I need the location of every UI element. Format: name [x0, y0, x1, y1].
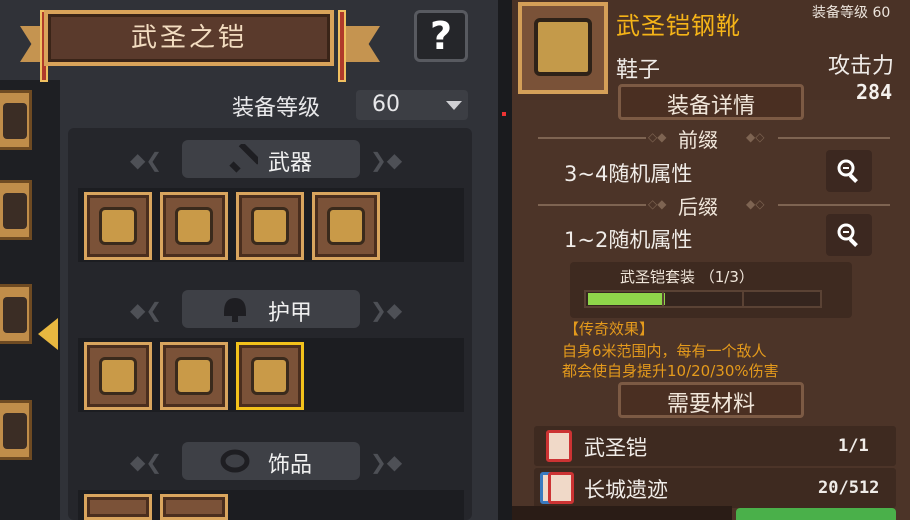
decor-left: ◆❮ — [130, 298, 163, 322]
weapon-item[interactable] — [312, 192, 380, 260]
divider-line — [778, 137, 890, 139]
armor-item[interactable] — [84, 342, 152, 410]
diamond-icon: ◇◆ — [648, 130, 667, 144]
panel-divider — [498, 0, 512, 520]
armor-item[interactable] — [160, 342, 228, 410]
decor-right: ❯◆ — [370, 298, 403, 322]
decor-right: ❯◆ — [370, 148, 403, 172]
equip-level-value: 60 — [372, 92, 400, 117]
item-name: 武圣铠钢靴 — [616, 12, 741, 40]
side-slot[interactable] — [0, 180, 32, 240]
details-title: 装备详情 — [666, 94, 755, 119]
attack-label: 攻击力 — [828, 54, 895, 79]
magnifier-icon — [837, 223, 858, 247]
materials-title: 需要材料 — [666, 392, 755, 417]
sword-icon — [229, 144, 258, 173]
banner-pole-right — [338, 10, 346, 82]
ring-icon — [220, 449, 250, 473]
legend-effect-line: 自身6米范围内，每有一个敌人 — [562, 342, 767, 360]
magnifier-icon — [837, 159, 858, 183]
notification-dot — [502, 112, 506, 116]
decor-right: ❯◆ — [370, 450, 403, 474]
decor-left: ◆❮ — [130, 148, 163, 172]
category-header-armor: 护甲 — [182, 290, 360, 328]
divider-line — [538, 137, 646, 139]
weapon-item[interactable] — [160, 192, 228, 260]
progress-segment — [742, 290, 744, 308]
bottom-strip — [512, 506, 732, 520]
legend-effect-line: 都会使自身提升10/20/30%伤害 — [562, 362, 779, 380]
prefix-label: 前缀 — [678, 128, 718, 152]
progress-segment — [662, 290, 664, 308]
set-progress-fill — [588, 293, 665, 305]
attack-value: 284 — [856, 80, 893, 104]
card-icon — [546, 430, 572, 462]
help-button[interactable]: ? — [414, 10, 468, 62]
category-label: 武器 — [268, 151, 313, 176]
page-title: 武圣之铠 — [130, 23, 247, 53]
diamond-icon: ◆◇ — [746, 130, 765, 144]
character-side-strip — [0, 80, 60, 520]
divider-line — [778, 204, 890, 206]
side-slot[interactable] — [0, 284, 32, 344]
legend-effect-title: 【传奇效果】 — [564, 320, 655, 338]
chevron-down-icon — [446, 101, 462, 110]
category-label: 护甲 — [268, 301, 313, 326]
suffix-label: 后缀 — [678, 195, 718, 219]
equip-level-label: 装备等级 — [232, 96, 321, 121]
category-label: 饰品 — [268, 453, 313, 478]
diamond-icon: ◇◆ — [648, 197, 667, 211]
material-name: 武圣铠 — [584, 436, 647, 460]
decor-left: ◆❮ — [130, 450, 163, 474]
boots-icon — [534, 18, 592, 76]
category-header-accessory: 饰品 — [182, 442, 360, 480]
prefix-inspect-button[interactable] — [826, 150, 872, 192]
suffix-inspect-button[interactable] — [826, 214, 872, 256]
category-header-weapon: 武器 — [182, 140, 360, 178]
craft-button[interactable] — [736, 508, 896, 520]
accessory-item[interactable] — [160, 494, 228, 520]
material-count: 1/1 — [838, 436, 869, 456]
item-type: 鞋子 — [616, 58, 661, 83]
set-name: 武圣铠套装 （1/3） — [620, 268, 754, 286]
suffix-attributes: 1~2随机属性 — [564, 228, 693, 252]
selected-arrow-icon — [38, 318, 58, 350]
material-count: 20/512 — [818, 478, 880, 498]
side-slot[interactable] — [0, 400, 32, 460]
side-slot[interactable] — [0, 90, 32, 150]
weapon-item[interactable] — [236, 192, 304, 260]
accessory-item[interactable] — [84, 494, 152, 520]
helmet-icon — [224, 298, 246, 322]
material-name: 长城遗迹 — [584, 478, 668, 502]
item-level: 装备等级 60 — [812, 5, 891, 21]
armor-item-selected[interactable] — [236, 342, 304, 410]
diamond-icon: ◆◇ — [746, 197, 765, 211]
divider-line — [538, 204, 646, 206]
weapon-item[interactable] — [84, 192, 152, 260]
card-icon — [548, 472, 574, 504]
prefix-attributes: 3~4随机属性 — [564, 162, 693, 186]
